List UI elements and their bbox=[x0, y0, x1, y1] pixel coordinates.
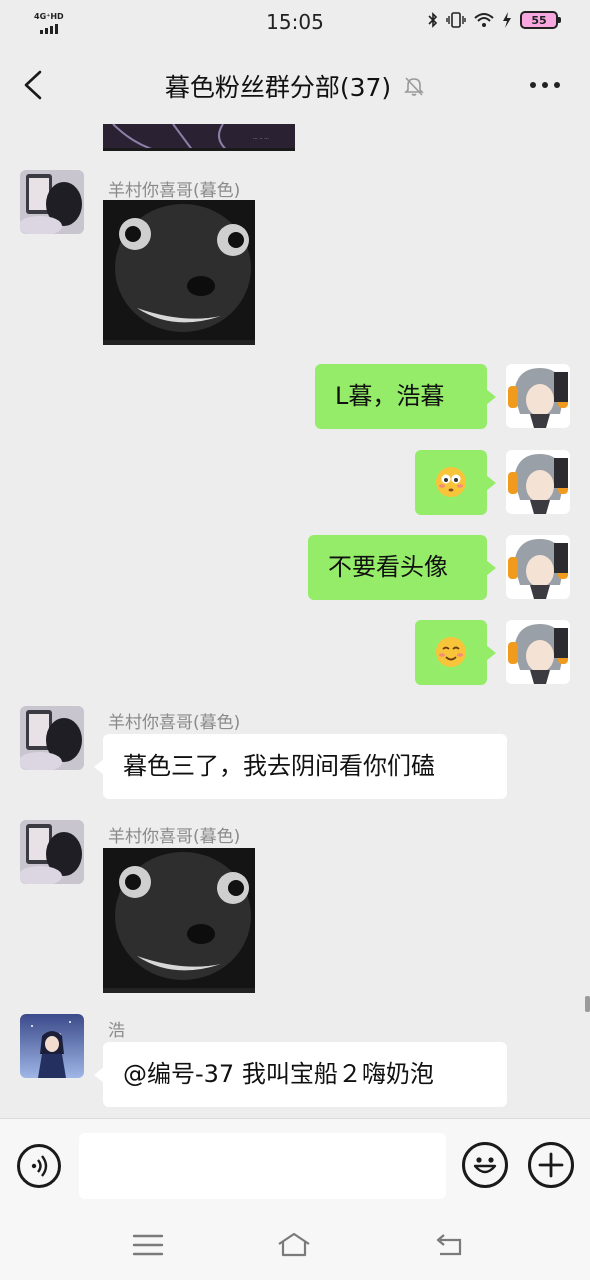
avatar-image bbox=[506, 450, 570, 514]
incoming-text-bubble[interactable]: 暮色三了，我去阴间看你们磕 bbox=[94, 734, 507, 799]
chat-header: 暮色粉丝群分部(37) bbox=[0, 46, 590, 124]
outgoing-text-bubble[interactable]: 不要看头像 bbox=[308, 535, 496, 600]
battery-indicator: 55 bbox=[520, 11, 561, 29]
smiling-face-icon bbox=[436, 637, 466, 667]
chat-title: 暮色粉丝群分部(37) bbox=[164, 73, 392, 102]
status-icons: 55 bbox=[428, 11, 561, 29]
outgoing-emoji-bubble[interactable] bbox=[415, 620, 496, 685]
avatar[interactable] bbox=[20, 1014, 84, 1078]
avatar-image bbox=[506, 620, 570, 684]
my-avatar[interactable] bbox=[506, 450, 570, 514]
sticker-image[interactable] bbox=[103, 848, 255, 993]
incoming-text-bubble[interactable]: @编号-37 我叫宝船２嗨奶泡 bbox=[94, 1042, 507, 1107]
avatar-image bbox=[20, 1014, 84, 1078]
chat-title-group: 暮色粉丝群分部(37) bbox=[0, 68, 590, 104]
outgoing-text-bubble[interactable]: L暮，浩暮 bbox=[315, 364, 496, 429]
sender-name: 羊村你喜哥(暮色) bbox=[108, 713, 241, 733]
outgoing-emoji-bubble[interactable] bbox=[415, 450, 496, 515]
avatar-image bbox=[20, 820, 84, 884]
avatar[interactable] bbox=[20, 706, 84, 770]
avatar-image bbox=[506, 364, 570, 428]
voice-icon bbox=[31, 1155, 48, 1177]
vibrate-icon bbox=[446, 12, 466, 28]
flushed-face-icon bbox=[436, 467, 466, 497]
avatar-image bbox=[506, 535, 570, 599]
my-avatar[interactable] bbox=[506, 364, 570, 428]
avatar[interactable] bbox=[20, 170, 84, 234]
my-avatar[interactable] bbox=[506, 620, 570, 684]
svg-text:··· ·· ···: ··· ·· ··· bbox=[253, 136, 269, 142]
charging-icon bbox=[503, 12, 511, 28]
sender-name: 羊村你喜哥(暮色) bbox=[108, 181, 241, 201]
scrollbar-thumb[interactable] bbox=[585, 996, 590, 1012]
battery-level: 55 bbox=[531, 13, 547, 27]
more-dots-icon[interactable] bbox=[530, 82, 560, 88]
message-list[interactable]: ··· ·· ··· 羊村你喜哥(暮色) L暮，浩暮 不要看头像 羊村你喜哥(暮… bbox=[0, 124, 590, 1118]
bluetooth-icon bbox=[428, 12, 438, 28]
sticker-image[interactable] bbox=[103, 200, 255, 345]
system-navigation-bar bbox=[0, 1214, 590, 1280]
sender-name: 浩 bbox=[108, 1021, 125, 1041]
plus-icon bbox=[538, 1152, 564, 1178]
plus-button[interactable] bbox=[528, 1142, 574, 1188]
voice-button[interactable] bbox=[17, 1144, 61, 1188]
emoji-icon bbox=[473, 1157, 497, 1174]
return-icon[interactable] bbox=[432, 1230, 468, 1260]
sender-name: 羊村你喜哥(暮色) bbox=[108, 827, 241, 847]
home-icon[interactable] bbox=[276, 1230, 312, 1260]
input-bar bbox=[0, 1118, 590, 1214]
wifi-icon bbox=[474, 13, 494, 27]
mute-bell-icon bbox=[404, 77, 425, 96]
chat-image[interactable]: ··· ·· ··· bbox=[103, 124, 295, 151]
menu-icon[interactable] bbox=[130, 1230, 166, 1260]
status-bar: 4G⁺HD 15:05 55 bbox=[0, 0, 590, 46]
message-input[interactable] bbox=[79, 1133, 446, 1199]
avatar-image bbox=[20, 170, 84, 234]
avatar-image bbox=[20, 706, 84, 770]
emoji-button[interactable] bbox=[462, 1142, 508, 1188]
my-avatar[interactable] bbox=[506, 535, 570, 599]
avatar[interactable] bbox=[20, 820, 84, 884]
